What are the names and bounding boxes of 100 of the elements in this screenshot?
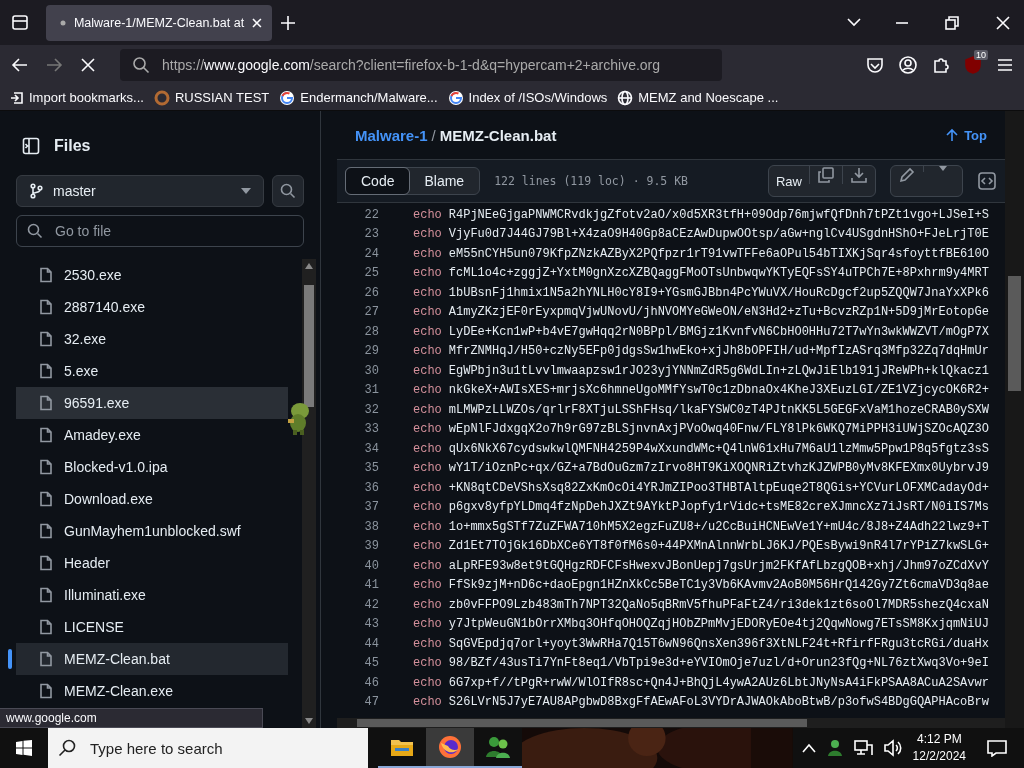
clock[interactable]: 4:12 PM 12/2/2024 bbox=[912, 731, 966, 765]
chevron-up-icon[interactable] bbox=[800, 743, 817, 753]
code-text: 98/BZf/43usTi7YnFt8eq1/VbTpi9e3d+eYVIOmOje7uzl/d+Orun23fQg+NL76ztXwq3Vo+9eI bbox=[448, 656, 989, 671]
bookmark-link[interactable]: Endermanch/Malware... bbox=[279, 89, 438, 106]
people-icon[interactable] bbox=[826, 739, 843, 757]
line-number: 40 bbox=[363, 558, 379, 573]
menu-icon[interactable] bbox=[996, 56, 1014, 74]
branch-select[interactable]: master bbox=[16, 175, 264, 207]
page-scrollbar[interactable] bbox=[1005, 111, 1024, 728]
code-keyword: echo bbox=[413, 461, 442, 476]
extension-icon[interactable] bbox=[932, 56, 950, 74]
line-number: 44 bbox=[363, 636, 379, 651]
line-number: 45 bbox=[363, 656, 379, 671]
code-keyword: echo bbox=[413, 617, 442, 632]
file-tree-item[interactable]: Amadey.exe bbox=[8, 419, 288, 451]
horizontal-scrollbar[interactable] bbox=[337, 718, 1005, 728]
bookmark-link[interactable]: Index of /ISOs/Windows bbox=[447, 89, 608, 106]
file-icon bbox=[38, 555, 54, 571]
taskbar-search-field[interactable]: Type here to search bbox=[48, 728, 368, 768]
file-tree-item[interactable]: Blocked-v1.0.ipa bbox=[8, 451, 288, 483]
repo-link[interactable]: Malware-1 bbox=[355, 126, 428, 144]
line-number: 25 bbox=[363, 266, 379, 281]
code-text: 1o+mmx5gSTf7ZuZFWA710hM5X2egzFuZU8+/u2CcBuiHCNEwVe1Y+mU4c/8J8+Z4Adh22lwz9+T bbox=[448, 519, 989, 534]
file-icon bbox=[38, 331, 54, 347]
file-tree-item[interactable]: 2887140.exe bbox=[8, 291, 288, 323]
code-keyword: echo bbox=[413, 539, 442, 554]
search-field[interactable]: Go to file bbox=[16, 215, 304, 247]
code-keyword: echo bbox=[413, 675, 442, 690]
code-keyword: echo bbox=[413, 266, 442, 281]
code-text: LyDEe+Kcn1wP+b4vE7gwHqq2rN0BPpl/BMGjz1KvnfvN6CbHO0HHu72T7wYn3wkWWZVT/mOgP7X bbox=[448, 324, 989, 339]
search-button[interactable] bbox=[272, 175, 304, 207]
file-tree-item[interactable]: LICENSE bbox=[8, 611, 288, 643]
taskbar-app[interactable] bbox=[426, 728, 474, 768]
account-icon[interactable] bbox=[898, 55, 918, 75]
people-icon bbox=[485, 735, 511, 759]
windows-icon bbox=[16, 740, 32, 756]
line-number: 22 bbox=[363, 207, 379, 222]
file-tree-item[interactable]: 5.exe bbox=[8, 355, 288, 387]
line-number: 34 bbox=[363, 441, 379, 456]
file-tree-item[interactable]: Download.exe bbox=[8, 483, 288, 515]
line-number: 33 bbox=[363, 422, 379, 437]
bookmark-link[interactable]: Import bookmarks... bbox=[10, 90, 144, 105]
file-icon bbox=[38, 683, 54, 699]
code-view-icon[interactable] bbox=[977, 171, 997, 191]
time: 4:12 PM bbox=[916, 731, 962, 748]
address-bar[interactable]: https://www.google.com/search?client=firefox-b-1-d&q=hypercam+2+archive.org bbox=[120, 49, 722, 81]
code-keyword: echo bbox=[413, 207, 442, 222]
code-text: qUx6NkX67cydswkwlQMFNH4259P4wXxundWMc+Q4lnW61xHu7M6aU1lzMmw5Ppw1P8q5fgtz3sS bbox=[448, 441, 989, 456]
bookmark-link[interactable]: MEMZ and Noescape ... bbox=[617, 89, 779, 106]
file-tree-item[interactable]: Illuminati.exe bbox=[8, 579, 288, 611]
file-name: MEMZ-Clean.bat bbox=[439, 126, 557, 144]
code-text: MfrZNMHqJ/H50+czNy5EFp0jdgsSw1hwEko+xjJh8bOPFIH/ud+MpfIzASrq3Mfp32Zq7dqHmUr bbox=[448, 344, 989, 359]
close-icon[interactable] bbox=[252, 17, 262, 28]
view-tab[interactable]: Blame bbox=[409, 168, 480, 194]
code-text: wEpNlFJdxgqX2o7h9rG97zBLSjnvnAxjPVoOwq40Fnw/FLY8lPk6WKQ7MiPPH3iUWjSZOcAQZ3O bbox=[448, 422, 989, 437]
code-text: VjyFu0d7J44GJ79Bl+X4zaO9H40Gp8aCEzAwDupwOOtsp/aGw+nglCv4USgdnHShO+FJeLrjT0E bbox=[448, 227, 989, 242]
file-tree-item[interactable]: MEMZ-Clean.exe bbox=[8, 675, 288, 707]
code-keyword: echo bbox=[413, 383, 442, 398]
scrollbar-thumb[interactable] bbox=[304, 285, 314, 407]
scrollbar-thumb[interactable] bbox=[357, 719, 807, 727]
code-text: R4PjNEeGjgaPNWMCRvdkjgZfotv2aO/x0d5XR3tfH+09Odp76mjwfQfDnh7tPZt1vgo+LJSeI+S bbox=[448, 207, 989, 222]
volume-icon[interactable] bbox=[882, 739, 903, 757]
file-tree-item[interactable]: GunMayhem1unblocked.swf bbox=[8, 515, 288, 547]
pocket-icon[interactable] bbox=[866, 56, 884, 74]
date: 12/2/2024 bbox=[912, 748, 966, 765]
line-number: 27 bbox=[363, 305, 379, 320]
scroll-up-icon[interactable] bbox=[305, 263, 313, 269]
breadcrumb-separator: / bbox=[431, 126, 436, 144]
code-text: mLMWPzLLWZOs/qrlrF8XTjuLSShFHsq/lkaFYSWC0zT4PJtnKK5L5GEGFxVaM1hozeCRAB0ySXW bbox=[448, 402, 989, 417]
line-number: 42 bbox=[363, 597, 379, 612]
file-tree-item[interactable]: MEMZ-Clean.bat bbox=[8, 643, 288, 675]
line-number: 43 bbox=[363, 617, 379, 632]
search-icon bbox=[27, 223, 43, 239]
network-icon[interactable] bbox=[852, 739, 873, 757]
code-keyword: echo bbox=[413, 480, 442, 495]
caret-icon bbox=[241, 188, 251, 194]
side-panel-icon[interactable] bbox=[22, 137, 40, 155]
file-tree-item[interactable]: 2530.exe bbox=[8, 259, 288, 291]
line-number: 31 bbox=[363, 383, 379, 398]
bookmark-link[interactable]: RUSSIAN TEST bbox=[153, 89, 270, 106]
code-text: wY1T/iOznPc+qx/GZ+a7BdOuGzm7zIrvo8HT9KiXOQNRiZtvhzKJZWPB0yMv8KFEXmx0UybrvJ9 bbox=[448, 461, 989, 476]
url-text: https://www.google.com/search?client=firefox-b-1-d&q=hypercam+2+archive.org bbox=[162, 57, 661, 73]
scroll-down-icon[interactable] bbox=[305, 718, 313, 724]
code-keyword: echo bbox=[413, 656, 442, 671]
scrollbar[interactable] bbox=[302, 259, 316, 728]
top-link[interactable]: Top bbox=[946, 127, 987, 143]
status-url: www.google.com bbox=[0, 708, 263, 728]
line-number: 36 bbox=[363, 480, 379, 495]
file-tree-item[interactable]: Header bbox=[8, 547, 288, 579]
code-keyword: echo bbox=[413, 695, 442, 710]
import-icon bbox=[10, 90, 24, 105]
code-text: fcML1o4c+zggjZ+YxtM0gnXzcXZBQaggFMoOTsUnbwqwYKTyEQFsSY4uTPCh7E+8Pxhrm9y4MRT bbox=[448, 266, 989, 281]
swirl-icon bbox=[153, 89, 170, 106]
browser-tab[interactable]: Malware-1/MEMZ-Clean.bat at bbox=[46, 4, 272, 41]
search-input[interactable]: Type here to search bbox=[88, 738, 358, 758]
view-tab[interactable]: Code bbox=[345, 167, 411, 195]
line-number: 29 bbox=[363, 344, 379, 359]
scrollbar-thumb[interactable] bbox=[1008, 276, 1021, 391]
file-tree-item[interactable]: 32.exe bbox=[8, 323, 288, 355]
search-input[interactable]: Go to file bbox=[53, 222, 293, 240]
